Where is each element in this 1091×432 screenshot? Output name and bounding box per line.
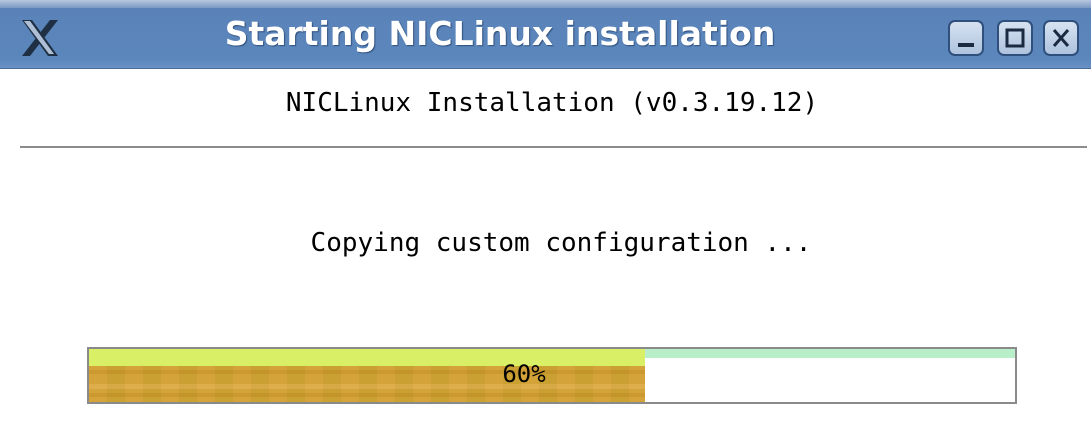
close-icon: [1052, 29, 1070, 47]
installation-header: NICLinux Installation (v0.3.19.12): [285, 88, 819, 118]
status-message: Copying custom configuration ...: [310, 228, 812, 258]
title-bar-highlight: [0, 0, 1091, 8]
separator: [20, 146, 1087, 148]
maximize-button[interactable]: [997, 20, 1033, 56]
title-bar[interactable]: Starting NICLinux installation: [0, 0, 1091, 69]
progress-label: 60%: [502, 360, 546, 388]
close-button[interactable]: [1043, 20, 1079, 56]
installer-window: Starting NICLinux installation NICLinux …: [0, 0, 1091, 432]
progress-bar: 60%: [87, 347, 1017, 404]
maximize-icon: [1005, 28, 1025, 48]
minimize-button[interactable]: [948, 20, 984, 56]
window-title: Starting NICLinux installation: [224, 14, 776, 53]
minimize-icon: [958, 43, 974, 47]
